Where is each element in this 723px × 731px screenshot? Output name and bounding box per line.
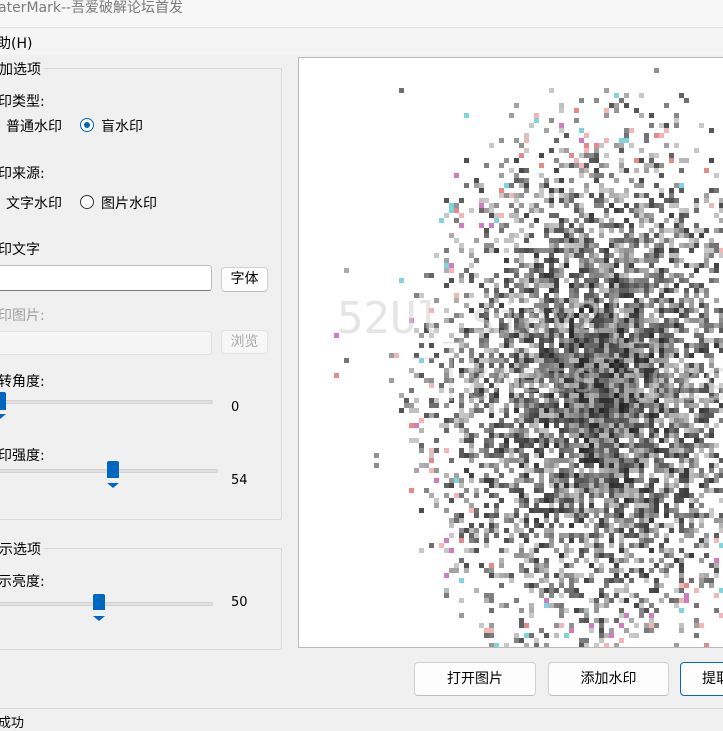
watermark-options-legend: 加选项 <box>0 59 44 79</box>
display-brightness-thumb[interactable] <box>93 594 105 621</box>
radio-image-watermark-label[interactable]: 图片水印 <box>101 193 157 213</box>
display-brightness-slider[interactable] <box>0 602 213 606</box>
watermark-source-label: 印来源: <box>0 166 45 182</box>
radio-image-watermark[interactable] <box>80 195 94 209</box>
extract-watermark-button[interactable]: 提取 <box>680 662 723 696</box>
menu-help[interactable]: 助(H) <box>0 33 32 53</box>
display-options-legend: 示选项 <box>0 539 44 559</box>
status-bar: 成功 <box>0 708 723 731</box>
rotation-angle-label: 转角度: <box>0 374 45 390</box>
browse-button[interactable]: 浏览 <box>221 330 268 354</box>
radio-normal-watermark-label[interactable]: 普通水印 <box>6 116 62 136</box>
display-brightness-label: 示亮度: <box>0 574 45 590</box>
window-title: aterMark--吾爱破解论坛首发 <box>0 0 184 16</box>
open-image-button[interactable]: 打开图片 <box>414 662 536 696</box>
rotation-angle-value: 0 <box>231 400 240 415</box>
preview-image: 52Ul_siav2|_ 52Ul_siav2|_ <box>334 68 723 647</box>
preview-watermark-text-1: 52Ul_siav2|_ <box>337 293 655 344</box>
font-button[interactable]: 字体 <box>221 267 268 292</box>
watermark-strength-thumb[interactable] <box>107 461 119 488</box>
rotation-angle-thumb[interactable] <box>0 392 6 419</box>
display-brightness-value: 50 <box>231 595 248 610</box>
status-text: 成功 <box>0 716 25 731</box>
radio-text-watermark-label[interactable]: 文字水印 <box>6 193 62 213</box>
watermark-type-label: 印类型: <box>0 94 45 110</box>
rotation-angle-slider[interactable] <box>0 400 213 404</box>
menu-bar: 助(H) <box>0 28 723 55</box>
image-preview: 52Ul_siav2|_ 52Ul_siav2|_ <box>298 57 723 648</box>
watermark-text-label: 印文字 <box>0 242 40 258</box>
watermark-strength-value: 54 <box>231 473 248 488</box>
radio-blind-watermark-label[interactable]: 盲水印 <box>101 116 143 136</box>
title-bar: aterMark--吾爱破解论坛首发 <box>0 0 723 28</box>
add-watermark-button[interactable]: 添加水印 <box>548 662 669 696</box>
preview-watermark-text-2: 52Ul_siav2|_ <box>411 357 723 408</box>
watermark-image-path-input[interactable] <box>0 331 212 355</box>
watermark-image-label: 印图片: <box>0 308 45 324</box>
watermark-text-input[interactable] <box>0 265 212 291</box>
radio-blind-watermark[interactable] <box>80 118 94 132</box>
watermark-strength-label: 印强度: <box>0 448 45 464</box>
